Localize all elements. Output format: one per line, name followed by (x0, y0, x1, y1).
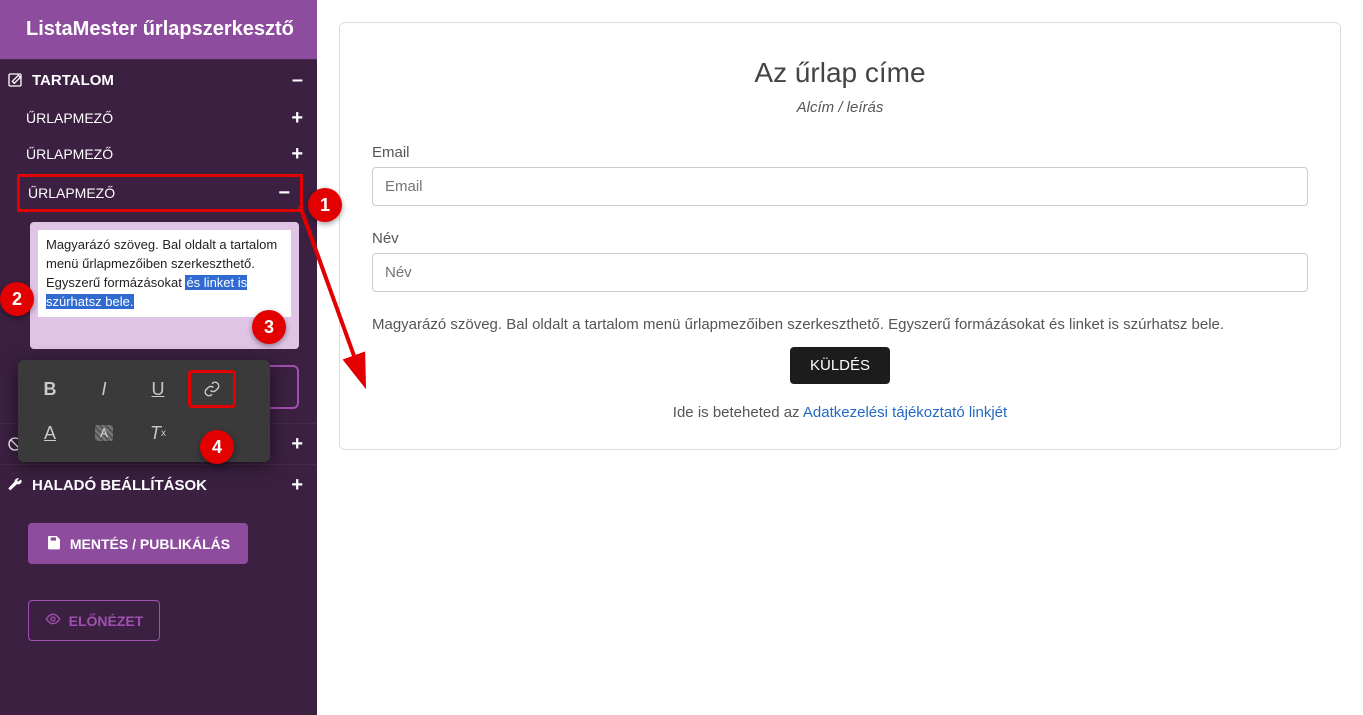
field-item-label: ŰRLAPMEZŐ (26, 146, 113, 162)
clear-format-button[interactable]: Tx (134, 414, 182, 452)
name-label: Név (372, 230, 1308, 247)
footer-note: Ide is beteheted az Adatkezelési tájékoz… (372, 404, 1308, 421)
expand-icon: + (291, 434, 303, 454)
highlight-button[interactable]: A (80, 414, 128, 452)
name-field[interactable] (372, 253, 1308, 292)
field-item-label: ŰRLAPMEZŐ (26, 110, 113, 126)
callout-4: 4 (200, 430, 234, 464)
footer-pre: Ide is beteheted az (673, 404, 803, 421)
expand-icon: + (291, 108, 303, 128)
eye-icon (45, 611, 61, 630)
callout-3: 3 (252, 310, 286, 344)
save-button[interactable]: MENTÉS / PUBLIKÁLÁS (28, 523, 248, 564)
email-field[interactable] (372, 167, 1308, 206)
save-icon (46, 534, 62, 553)
link-button[interactable] (188, 370, 236, 408)
preview-label: ELŐNÉZET (69, 613, 144, 629)
form-preview: Az űrlap címe Alcím / leírás Email Név M… (339, 22, 1341, 450)
callout-2: 2 (0, 282, 34, 316)
form-subtitle: Alcím / leírás (372, 99, 1308, 116)
field-item-2[interactable]: ŰRLAPMEZŐ + (0, 136, 317, 172)
field-item-label: ŰRLAPMEZŐ (28, 185, 115, 201)
submit-button[interactable]: KÜLDÉS (790, 347, 890, 384)
field-item-1[interactable]: ŰRLAPMEZŐ + (0, 100, 317, 136)
expand-icon: + (291, 475, 303, 495)
underline-button[interactable]: U (134, 370, 182, 408)
wrench-icon (6, 477, 24, 493)
helper-text: Magyarázó szöveg. Bal oldalt a tartalom … (372, 316, 1308, 333)
preview-button[interactable]: ELŐNÉZET (28, 600, 160, 641)
section-label: HALADÓ BEÁLLÍTÁSOK (32, 477, 207, 494)
collapse-icon: − (278, 183, 290, 203)
collapse-icon: – (292, 70, 303, 90)
form-title: Az űrlap címe (372, 57, 1308, 89)
footer-link[interactable]: Adatkezelési tájékoztató linkjét (803, 404, 1007, 421)
email-label: Email (372, 144, 1308, 161)
inline-editor[interactable]: Magyarázó szöveg. Bal oldalt a tartalom … (38, 230, 291, 317)
section-label: TARTALOM (32, 72, 114, 89)
sidebar: ListaMester űrlapszerkesztő TARTALOM – Ű… (0, 0, 317, 715)
section-halado[interactable]: HALADÓ BEÁLLÍTÁSOK + (0, 464, 317, 505)
preview-pane: Az űrlap címe Alcím / leírás Email Név M… (317, 0, 1363, 715)
app-title: ListaMester űrlapszerkesztő (0, 0, 317, 59)
callout-1: 1 (308, 188, 342, 222)
bold-button[interactable]: B (26, 370, 74, 408)
expand-icon: + (291, 144, 303, 164)
save-label: MENTÉS / PUBLIKÁLÁS (70, 536, 230, 552)
italic-button[interactable]: I (80, 370, 128, 408)
section-tartalom[interactable]: TARTALOM – (0, 59, 317, 100)
field-item-3[interactable]: ŰRLAPMEZŐ − (17, 174, 303, 212)
edit-square-icon (6, 72, 24, 88)
text-color-button[interactable]: A (26, 414, 74, 452)
